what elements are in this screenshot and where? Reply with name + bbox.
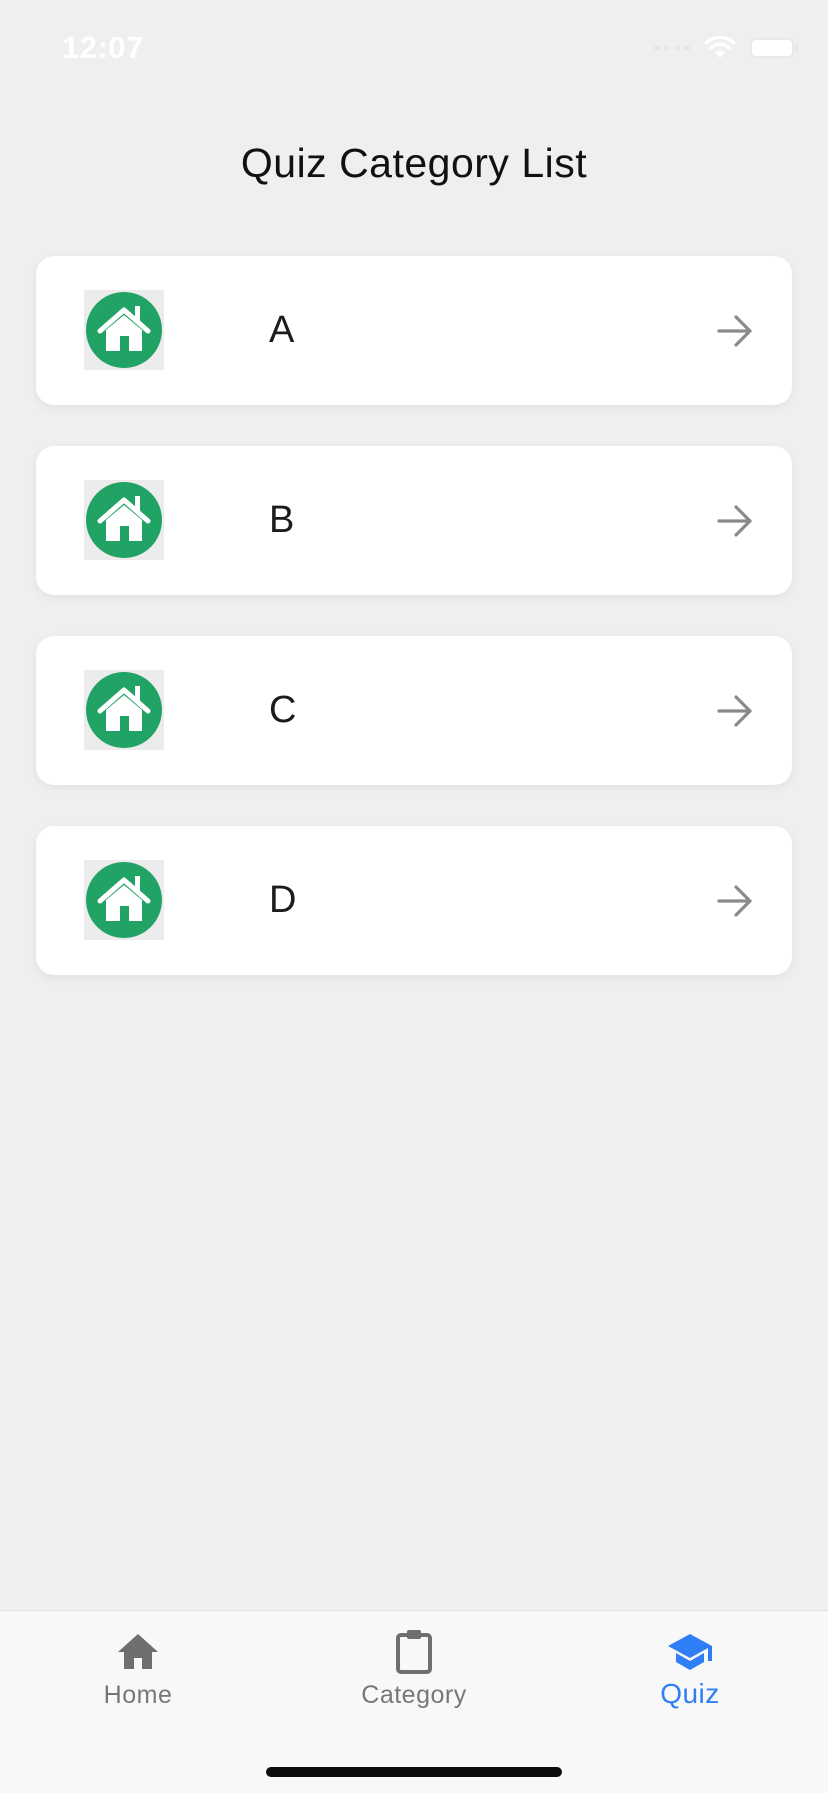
arrow-right-icon — [717, 885, 752, 917]
category-thumbnail — [84, 860, 164, 940]
arrow-right-icon — [717, 315, 752, 347]
category-card-c[interactable]: C — [36, 636, 792, 785]
tab-quiz[interactable]: Quiz — [552, 1611, 828, 1721]
category-thumbnail — [84, 670, 164, 750]
arrow-right-icon — [717, 505, 752, 537]
tab-label: Category — [361, 1681, 467, 1709]
category-label: D — [269, 879, 297, 921]
battery-icon — [750, 38, 798, 58]
graduation-cap-icon — [666, 1629, 714, 1673]
tab-label: Quiz — [660, 1678, 720, 1709]
category-label: C — [269, 689, 297, 731]
tab-label: Home — [103, 1681, 173, 1709]
clipboard-icon — [394, 1629, 434, 1674]
house-icon — [86, 482, 162, 558]
status-icons — [654, 36, 798, 60]
category-card-b[interactable]: B — [36, 446, 792, 595]
status-bar: 12:07 — [0, 0, 828, 100]
category-thumbnail — [84, 290, 164, 370]
category-label: A — [269, 309, 295, 351]
bottom-tab-bar: Home Category Quiz — [0, 1610, 828, 1793]
category-card-a[interactable]: A — [36, 256, 792, 405]
arrow-right-icon — [717, 695, 752, 727]
wifi-icon — [704, 36, 736, 60]
tab-home[interactable]: Home — [0, 1611, 276, 1721]
category-card-d[interactable]: D — [36, 826, 792, 975]
home-indicator — [266, 1767, 562, 1777]
page-title: Quiz Category List — [240, 140, 588, 186]
category-label: B — [269, 499, 295, 541]
status-time: 12:07 — [62, 30, 144, 65]
house-icon — [86, 672, 162, 748]
home-icon — [116, 1629, 160, 1673]
house-icon — [86, 862, 162, 938]
category-list: A B C D — [36, 256, 792, 1016]
tab-category[interactable]: Category — [276, 1611, 552, 1721]
cellular-signal-icon — [654, 46, 690, 50]
house-icon — [86, 292, 162, 368]
category-thumbnail — [84, 480, 164, 560]
